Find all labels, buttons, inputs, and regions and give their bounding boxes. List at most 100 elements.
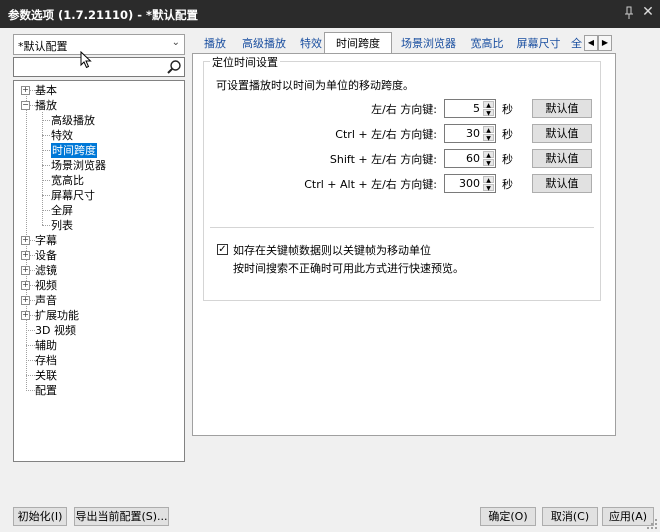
tab[interactable]: 时间跨度 [324, 32, 392, 54]
default-value-button[interactable]: 默认值 [532, 149, 592, 168]
seek-settings-group: 定位时间设置 可设置播放时以时间为单位的移动跨度。 ✓ 如存在关键帧数据则以关键… [203, 54, 601, 301]
tab[interactable]: 高级播放 [231, 35, 297, 53]
tree-item-label: 辅助 [35, 339, 57, 352]
tree-line [42, 135, 50, 136]
spin-down-icon[interactable]: ▼ [483, 159, 494, 167]
seek-row-label: Shift + 左/右 方向键: [329, 153, 437, 166]
tree-item[interactable]: + 扩展功能 [14, 308, 184, 323]
tree-item-label: 特效 [51, 129, 73, 142]
expand-icon[interactable]: + [21, 236, 30, 245]
seconds-value[interactable]: 5 [473, 102, 480, 115]
search-box [13, 57, 185, 77]
profile-dropdown[interactable]: *默认配置 ⌄ [13, 34, 185, 55]
default-value-button[interactable]: 默认值 [532, 99, 592, 118]
seconds-value[interactable]: 30 [466, 127, 480, 140]
expand-icon[interactable]: + [21, 266, 30, 275]
tree-item[interactable]: 配置 [14, 383, 184, 398]
tree-item[interactable]: 3D 视频 [14, 323, 184, 338]
tree-item[interactable]: 存档 [14, 353, 184, 368]
tree-item[interactable]: 宽高比 [14, 173, 184, 188]
seek-row-label: 左/右 方向键: [371, 103, 437, 116]
seconds-value[interactable]: 300 [459, 177, 480, 190]
tab[interactable]: 特效 [292, 35, 330, 53]
tree-item-label: 扩展功能 [35, 309, 79, 322]
seconds-spinbox[interactable]: 300 ▲ ▼ [444, 174, 496, 193]
tree-line [26, 360, 35, 361]
window-title: 参数选项 (1.7.21110) - *默认配置 [8, 8, 199, 22]
keyframe-checkbox[interactable]: ✓ [217, 244, 228, 255]
separator [210, 227, 594, 228]
spin-up-icon[interactable]: ▲ [483, 101, 494, 109]
tree-item[interactable]: 特效 [14, 128, 184, 143]
close-icon[interactable]: ✕ [640, 4, 656, 20]
tree-item-label: 存档 [35, 354, 57, 367]
seconds-spinbox[interactable]: 60 ▲ ▼ [444, 149, 496, 168]
settings-tree[interactable]: + 基本 − 播放 高级播放 特效 时间跨度 场景浏览器 宽高比 屏幕尺寸 全屏 列表 + 字幕 + 设备 + 滤… [13, 80, 185, 462]
tree-item-label: 关联 [35, 369, 57, 382]
tree-line [42, 165, 50, 166]
tree-item[interactable]: 时间跨度 [14, 143, 184, 158]
expand-icon[interactable]: + [21, 296, 30, 305]
spin-down-icon[interactable]: ▼ [483, 184, 494, 192]
tab[interactable]: 场景浏览器 [388, 35, 469, 53]
seconds-spinbox[interactable]: 30 ▲ ▼ [444, 124, 496, 143]
tree-item[interactable]: 全屏 [14, 203, 184, 218]
tree-item-label: 屏幕尺寸 [51, 189, 95, 202]
init-button[interactable]: 初始化(I) [13, 507, 67, 526]
tree-item[interactable]: 屏幕尺寸 [14, 188, 184, 203]
spin-up-icon[interactable]: ▲ [483, 151, 494, 159]
tree-item[interactable]: 高级播放 [14, 113, 184, 128]
resize-grip-icon[interactable] [646, 518, 658, 530]
tree-line [26, 345, 35, 346]
tree-item-label: 全屏 [51, 204, 73, 217]
unit-label: 秒 [502, 103, 513, 116]
tree-item[interactable]: 关联 [14, 368, 184, 383]
expand-icon[interactable]: + [21, 251, 30, 260]
spin-up-icon[interactable]: ▲ [483, 126, 494, 134]
tree-line [42, 225, 50, 226]
tree-item[interactable]: + 设备 [14, 248, 184, 263]
unit-label: 秒 [502, 178, 513, 191]
expand-icon[interactable]: + [21, 86, 30, 95]
ok-button[interactable]: 确定(O) [480, 507, 536, 526]
collapse-icon[interactable]: − [21, 101, 30, 110]
spin-up-icon[interactable]: ▲ [483, 176, 494, 184]
tab[interactable]: 播放 [194, 35, 236, 53]
search-icon[interactable] [166, 59, 182, 75]
mouse-cursor-icon [80, 51, 92, 69]
tree-item[interactable]: 列表 [14, 218, 184, 233]
group-description: 可设置播放时以时间为单位的移动跨度。 [216, 79, 414, 92]
tree-item[interactable]: + 字幕 [14, 233, 184, 248]
expand-icon[interactable]: + [21, 281, 30, 290]
tree-item-label: 时间跨度 [51, 143, 97, 158]
pin-icon[interactable] [622, 5, 636, 21]
tree-item[interactable]: + 声音 [14, 293, 184, 308]
spin-down-icon[interactable]: ▼ [483, 109, 494, 117]
expand-icon[interactable]: + [21, 311, 30, 320]
export-config-button[interactable]: 导出当前配置(S)... [74, 507, 169, 526]
tree-item-label: 设备 [35, 249, 57, 262]
tree-item[interactable]: − 播放 [14, 98, 184, 113]
tree-item-label: 基本 [35, 84, 57, 97]
tree-item[interactable]: + 视频 [14, 278, 184, 293]
left-pane: *默认配置 ⌄ + 基本 − 播放 高级播放特效 时间跨度 场景浏览器 宽高比 屏幕尺寸全屏 列表… [0, 28, 192, 498]
default-value-button[interactable]: 默认值 [532, 124, 592, 143]
spin-buttons: ▲ ▼ [483, 126, 494, 142]
tab-scroll-left-icon[interactable]: ◀ [584, 35, 598, 51]
tree-item-label: 声音 [35, 294, 57, 307]
tab[interactable]: 宽高比 [464, 35, 510, 53]
tab-scroll-right-icon[interactable]: ▶ [598, 35, 612, 51]
tree-item-label: 配置 [35, 384, 57, 397]
seconds-spinbox[interactable]: 5 ▲ ▼ [444, 99, 496, 118]
spin-down-icon[interactable]: ▼ [483, 134, 494, 142]
seconds-value[interactable]: 60 [466, 152, 480, 165]
cancel-button[interactable]: 取消(C) [542, 507, 598, 526]
tree-item-label: 高级播放 [51, 114, 95, 127]
tree-item[interactable]: 场景浏览器 [14, 158, 184, 173]
default-value-button[interactable]: 默认值 [532, 174, 592, 193]
tab[interactable]: 屏幕尺寸 [505, 35, 572, 53]
tree-item[interactable]: + 滤镜 [14, 263, 184, 278]
tree-item-label: 滤镜 [35, 264, 57, 277]
tree-item[interactable]: + 基本 [14, 83, 184, 98]
tree-item[interactable]: 辅助 [14, 338, 184, 353]
